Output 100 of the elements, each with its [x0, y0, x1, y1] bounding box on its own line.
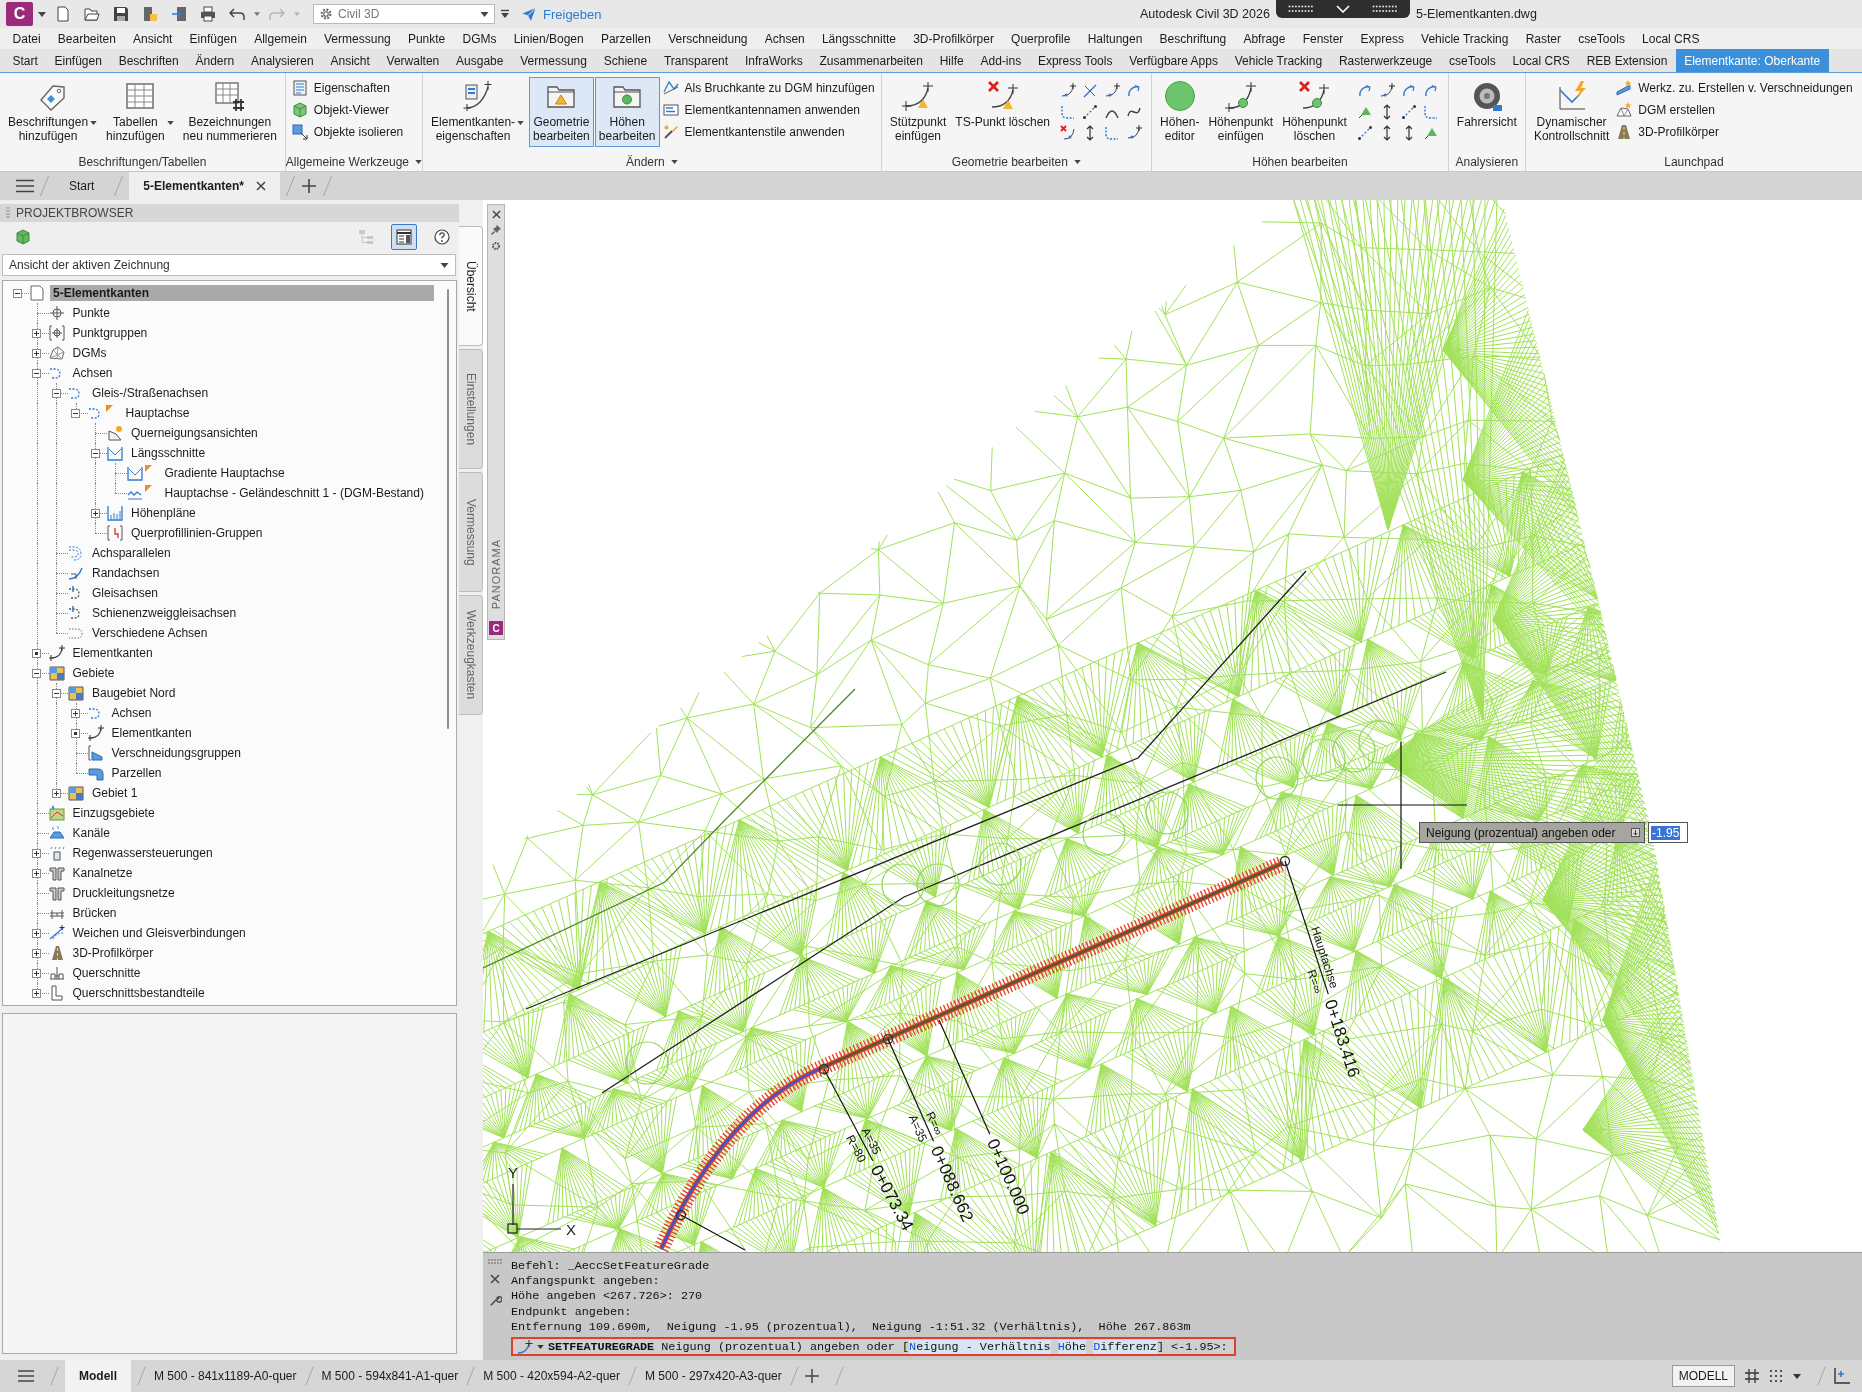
tree-item[interactable]: Verschneidungsgruppen	[108, 745, 244, 761]
side-tab[interactable]: Einstellungen	[459, 349, 483, 469]
wrench-icon[interactable]	[488, 1294, 502, 1307]
menu-icon[interactable]	[18, 1370, 34, 1382]
ribbon-tab[interactable]: Start	[4, 49, 47, 72]
tree-item[interactable]: Querschnittsbestandteile	[69, 985, 208, 1001]
dashed-line-icon[interactable]	[1400, 103, 1417, 120]
ribbon-tab[interactable]: Ausgabe	[447, 49, 512, 72]
collapse-toggle[interactable]	[51, 388, 61, 398]
expand-toggle[interactable]	[32, 348, 41, 358]
expand-toggle[interactable]	[32, 968, 41, 978]
arrow-into-document-icon[interactable]	[171, 6, 187, 22]
dashed-corner-icon[interactable]	[1422, 103, 1439, 120]
folder-icon[interactable]	[84, 6, 100, 22]
ribbon-tab[interactable]: cseTools	[1440, 49, 1505, 72]
menu-item[interactable]: Haltungen	[1079, 31, 1151, 46]
dashed-corner-icon[interactable]	[1060, 103, 1077, 120]
collapse-toggle[interactable]	[51, 688, 61, 698]
menu-item[interactable]: Verschneidung	[659, 31, 757, 46]
tree-item[interactable]: Gleis-/Straßenachsen	[89, 385, 212, 401]
menu-item[interactable]: Einfügen	[181, 31, 246, 46]
expand-toggle[interactable]	[32, 928, 41, 938]
tree-item[interactable]: 5-Elementkanten	[50, 285, 434, 301]
tree-item[interactable]: Regenwassersteuerungen	[69, 845, 216, 861]
undo-icon[interactable]	[229, 7, 245, 21]
panel-title[interactable]: Ändern	[423, 153, 881, 171]
new-file-icon[interactable]	[55, 6, 71, 22]
ribbon-button[interactable]: Elementkanten- eigenschaften	[427, 77, 529, 147]
close-icon[interactable]	[490, 1274, 500, 1284]
ribbon-tab[interactable]: Ansicht	[322, 49, 379, 72]
expand-toggle[interactable]	[32, 868, 41, 878]
tree-item[interactable]: Brücken	[69, 905, 120, 921]
side-tab[interactable]: Vermessung	[459, 472, 483, 592]
close-icon[interactable]	[256, 181, 267, 191]
grip-icon[interactable]	[488, 1259, 502, 1264]
palette-view-icon[interactable]	[391, 224, 417, 250]
tree-item[interactable]: Kanäle	[69, 825, 113, 841]
collapse-toggle[interactable]	[32, 668, 41, 678]
ribbon-tab[interactable]: Verwalten	[378, 49, 448, 72]
tree-item[interactable]: DGMs	[69, 345, 110, 361]
tree-item[interactable]: 3D-Profilkörper	[69, 945, 157, 961]
tree-item[interactable]: Punkte	[69, 305, 113, 321]
corner-plus-icon[interactable]	[1832, 1366, 1852, 1386]
ribbon-tab[interactable]: Vehicle Tracking	[1226, 49, 1331, 72]
pin-icon[interactable]	[491, 225, 501, 235]
ribbon-button[interactable]: Werkz. zu. Erstellen v. Verschneidungen	[1614, 78, 1855, 98]
expand-toggle[interactable]	[90, 508, 100, 518]
layout-tab[interactable]: M 500 - 841x1189-A0-quer	[152, 1360, 299, 1392]
ribbon-button[interactable]: Eigenschaften	[289, 78, 406, 98]
menu-item[interactable]: Allgemein	[245, 31, 316, 46]
ribbon-button[interactable]: DGM erstellen	[1614, 100, 1855, 120]
tree-item[interactable]: Gleisachsen	[89, 585, 162, 601]
command-input[interactable]: SETFEATUREGRADE Neigung (prozentual) angeben oder [Neigung - Verhältnis Höhe Differenz] <-1.95>:	[511, 1337, 1236, 1356]
document-tab[interactable]: Start	[55, 172, 109, 200]
curve-plus-icon[interactable]	[1060, 82, 1077, 99]
menu-item[interactable]: Fenster	[1294, 31, 1352, 46]
menu-item[interactable]: DGMs	[453, 31, 506, 46]
ribbon-button[interactable]: Als Bruchkante zu DGM hinzufügen	[660, 78, 877, 98]
ribbon-button[interactable]: 3D-Profilkörper	[1614, 122, 1855, 142]
menu-item[interactable]: Linien/Bogen	[505, 31, 593, 46]
layout-tab[interactable]: M 500 - 297x420-A3-quer	[643, 1360, 784, 1392]
ribbon-tab[interactable]: Hilfe	[931, 49, 973, 72]
ribbon-tab[interactable]: REB Extension	[1578, 49, 1676, 72]
expand-toggle[interactable]	[51, 788, 61, 798]
menu-item[interactable]: cseTools	[1569, 31, 1634, 46]
command-option[interactable]: Höhe	[1057, 1339, 1087, 1354]
model-space-button[interactable]: MODELL	[1671, 1365, 1735, 1387]
side-tab[interactable]: Übersicht	[459, 226, 483, 346]
caret-icon[interactable]	[1793, 1373, 1801, 1379]
collapse-toggle[interactable]	[90, 448, 100, 458]
tree-item[interactable]: Randachsen	[89, 565, 163, 581]
expand-toggle[interactable]	[32, 988, 41, 998]
menu-item[interactable]: Local CRS	[1633, 31, 1708, 46]
ribbon-button[interactable]: Höhen bearbeiten	[594, 77, 660, 147]
ribbon-button[interactable]: Elementkantenstile anwenden	[660, 122, 877, 142]
tree-item[interactable]: Querschnitte	[69, 965, 144, 981]
collapse-toggle[interactable]	[71, 408, 80, 418]
ribbon-tab[interactable]: Schiene	[595, 49, 656, 72]
ribbon-tab[interactable]: Ändern	[187, 49, 243, 72]
expand-toggle[interactable]	[32, 328, 41, 338]
tree-item[interactable]: Querprofillinien-Gruppen	[128, 525, 266, 541]
menu-item[interactable]: Ansicht	[124, 31, 181, 46]
curved-arrow-icon[interactable]	[1126, 82, 1143, 99]
expand-toggle[interactable]	[71, 708, 80, 718]
menu-item[interactable]: Achsen	[756, 31, 814, 46]
menu-item[interactable]: Abfrage	[1234, 31, 1295, 46]
expand-toggle[interactable]	[32, 948, 41, 958]
menu-item[interactable]: Vehicle Tracking	[1412, 31, 1518, 46]
ribbon-button[interactable]: Bezeichnungen neu nummerieren	[178, 77, 281, 147]
ribbon-button[interactable]: Dynamischer Kontrollschnitt	[1529, 77, 1614, 147]
dashed-line-icon[interactable]	[1356, 124, 1373, 141]
tree-item[interactable]: Weichen und Gleisverbindungen	[69, 925, 249, 941]
menu-icon[interactable]	[16, 179, 34, 193]
document-tab[interactable]: 5-Elementkanten*	[129, 172, 281, 200]
ribbon-button[interactable]: TS-Punkt löschen	[951, 77, 1055, 147]
customize-caret-icon[interactable]	[500, 9, 510, 19]
view-dropdown[interactable]: Ansicht der aktiven Zeichnung	[2, 254, 456, 276]
tree-item[interactable]: Elementkanten	[108, 725, 195, 741]
curve-plus-icon[interactable]	[1104, 82, 1121, 99]
tree-item[interactable]: Achsen	[69, 365, 116, 381]
